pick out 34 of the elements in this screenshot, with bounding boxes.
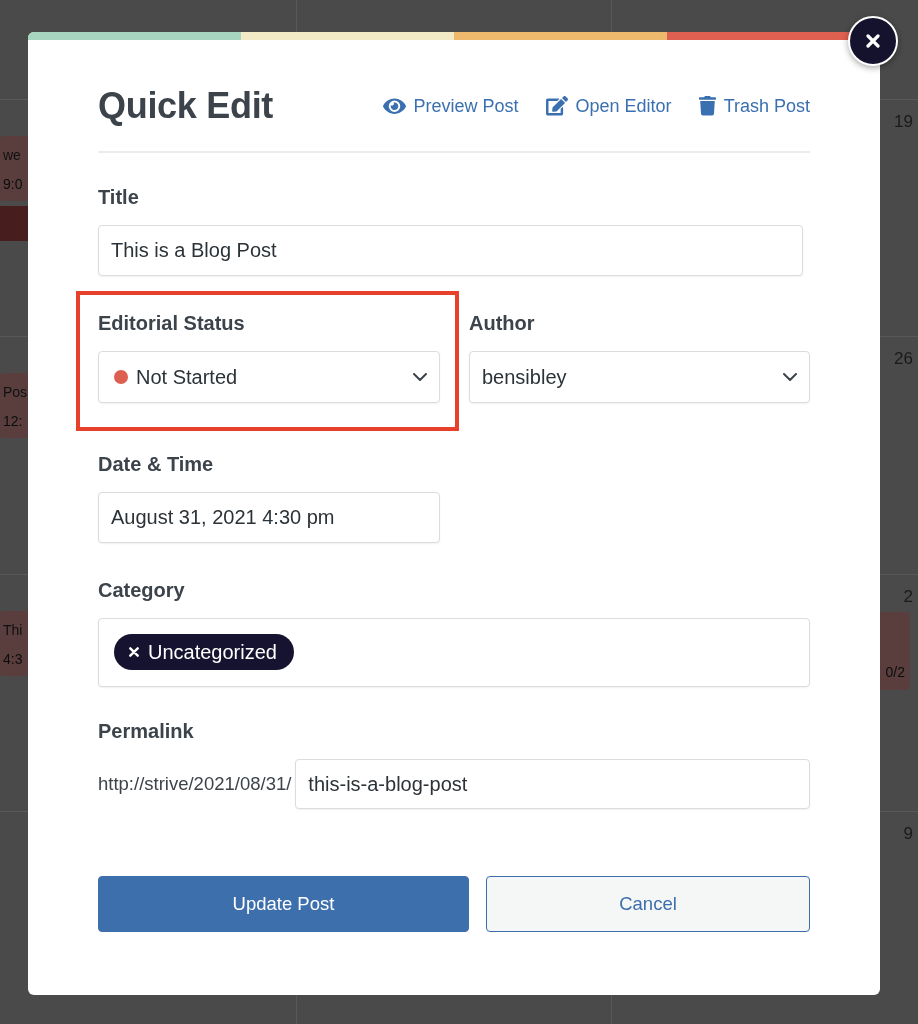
remove-icon [129,647,139,657]
date-input[interactable]: August 31, 2021 4:30 pm [98,492,440,543]
open-editor-link[interactable]: Open Editor [545,95,672,117]
category-tag[interactable]: Uncategorized [114,634,294,670]
permalink-input[interactable]: this-is-a-blog-post [295,759,810,809]
field-label: Date & Time [98,453,214,476]
chevron-down-icon [413,373,427,381]
trash-icon [698,96,716,116]
edit-icon [545,96,568,116]
trash-link[interactable]: Trash Post [698,95,810,117]
field-label: Title [98,186,139,209]
author-select[interactable]: bensibley [469,351,810,403]
title-input[interactable]: This is a Blog Post [98,225,803,276]
preview-link[interactable]: Preview Post [382,95,519,117]
field-label: Author [469,312,535,335]
event-time: 12: [3,412,23,430]
cancel-button[interactable]: Cancel [486,876,810,932]
permalink-prefix: http://strive/2021/08/31/ [98,773,292,795]
event-title: Pos [3,383,28,401]
field-label: Category [98,579,185,602]
close-button[interactable] [848,16,898,66]
event-time: 9:0 [3,175,23,193]
event-title: Thi [3,621,23,639]
field-label: Editorial Status [98,312,245,335]
event-time: 4:3 [3,650,23,668]
status-select[interactable]: Not Started [98,351,440,403]
dialog-title: Quick Edit [98,85,274,127]
category-field[interactable]: Uncategorized [98,618,810,687]
chevron-down-icon [783,373,797,381]
close-icon [866,34,880,48]
event-time: 0/2 [885,663,905,681]
field-label: Permalink [98,720,194,743]
event-title: we [3,146,21,164]
update-button[interactable]: Update Post [98,876,469,932]
